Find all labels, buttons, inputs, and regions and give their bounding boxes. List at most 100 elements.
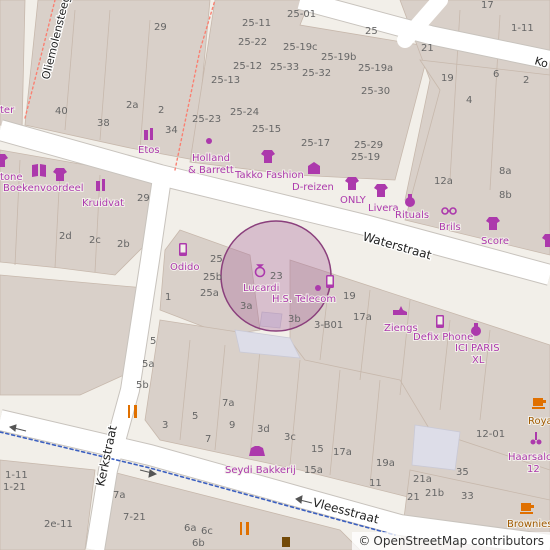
house-number: 33 bbox=[461, 491, 474, 502]
house-number: 25-11 bbox=[242, 18, 271, 29]
poi-label-lucardi[interactable]: Lucardi bbox=[242, 282, 280, 295]
house-number: 25-12 bbox=[233, 61, 262, 72]
house-number: 11 bbox=[369, 478, 382, 489]
poi-label-score[interactable]: Score bbox=[480, 235, 510, 248]
poi-label-roya[interactable]: Roya bbox=[527, 415, 550, 428]
house-number: 25a bbox=[200, 288, 219, 299]
house-number: 1 bbox=[165, 292, 171, 303]
house-number: 15 bbox=[311, 444, 324, 455]
attribution-link[interactable]: OpenStreetMap contributors bbox=[373, 534, 544, 548]
mobile-phone-icon[interactable] bbox=[179, 243, 187, 256]
house-number: 1-21 bbox=[3, 482, 26, 493]
house-number: 17a bbox=[333, 447, 352, 458]
map-canvas[interactable]: Waterstraat Kerkstraat Vleesstraat Oliem… bbox=[0, 0, 550, 550]
house-number: 7a bbox=[222, 398, 235, 409]
house-number: 29 bbox=[137, 193, 150, 204]
attribution: © OpenStreetMap contributors bbox=[352, 532, 550, 550]
house-number: 3-B01 bbox=[314, 320, 343, 331]
house-number: 7-21 bbox=[123, 512, 146, 523]
house-number: 3 bbox=[162, 420, 168, 431]
poi-label-holland[interactable]: Holland & Barrett bbox=[187, 152, 235, 177]
house-number: 2a bbox=[126, 100, 139, 111]
house-number: 6c bbox=[201, 526, 213, 537]
house-number: 25-29 bbox=[354, 140, 383, 151]
poi-label-brils[interactable]: Brils bbox=[438, 221, 462, 234]
house-number: 25-15 bbox=[252, 124, 281, 135]
mobile-phone-icon[interactable] bbox=[326, 275, 334, 288]
shop-dot-icon[interactable] bbox=[315, 285, 321, 291]
house-number: 25-22 bbox=[238, 37, 267, 48]
house-number: 17a bbox=[353, 312, 372, 323]
house-number: 12-01 bbox=[476, 429, 505, 440]
house-number: 2 bbox=[158, 105, 164, 116]
house-number: 1-11 bbox=[511, 23, 534, 34]
poi-label-boekenvoordeel[interactable]: Boekenvoordeel bbox=[2, 182, 85, 195]
house-number: 25b bbox=[203, 272, 222, 283]
house-number: 5b bbox=[136, 380, 149, 391]
house-number: 25 bbox=[365, 26, 378, 37]
house-number: 25-30 bbox=[361, 86, 390, 97]
poi-label-brownies[interactable]: Brownies bbox=[506, 518, 550, 531]
house-number: 25-24 bbox=[230, 107, 259, 118]
poi-label-odido[interactable]: Odido bbox=[169, 261, 200, 274]
house-number: 38 bbox=[97, 118, 110, 129]
house-number: 35 bbox=[456, 467, 469, 478]
house-number: 25-17 bbox=[301, 138, 330, 149]
poi-label-etos[interactable]: Etos bbox=[137, 144, 161, 157]
house-number: 5 bbox=[150, 336, 156, 347]
house-number: 19a bbox=[376, 458, 395, 469]
shop-dot-icon[interactable] bbox=[206, 138, 212, 144]
pedestrian-area bbox=[411, 424, 461, 471]
house-number: 3d bbox=[257, 424, 270, 435]
house-number: 29 bbox=[154, 22, 167, 33]
house-number: 25 bbox=[210, 254, 223, 265]
house-number: 2b bbox=[117, 239, 130, 250]
house-number: 9 bbox=[229, 420, 235, 431]
poi-label-seydi[interactable]: Seydi Bakkerij bbox=[224, 464, 297, 477]
house-number: 6a bbox=[184, 523, 197, 534]
house-number: 8b bbox=[499, 190, 512, 201]
house-number: 25-19a bbox=[358, 63, 393, 74]
house-number: 23 bbox=[270, 271, 283, 282]
house-number: 7a bbox=[113, 490, 126, 501]
house-number: 5a bbox=[142, 359, 155, 370]
poi-label-hs-telecom[interactable]: H.S. Telecom bbox=[271, 293, 337, 306]
house-number: 6 bbox=[493, 69, 499, 80]
house-number: 6b bbox=[192, 538, 205, 549]
house-number: 15a bbox=[304, 465, 323, 476]
mobile-phone-icon[interactable] bbox=[436, 315, 444, 328]
house-number: 40 bbox=[55, 106, 68, 117]
poi-label-kruidvat[interactable]: Kruidvat bbox=[81, 197, 125, 210]
poi-label-tone[interactable]: tone bbox=[0, 171, 24, 184]
house-number: 2c bbox=[89, 235, 101, 246]
poi-label-d-reizen[interactable]: D-reizen bbox=[291, 181, 335, 194]
house-number: 25-32 bbox=[302, 68, 331, 79]
house-number: 21b bbox=[425, 488, 444, 499]
house-number: 25-13 bbox=[211, 75, 240, 86]
house-number: 19 bbox=[441, 73, 454, 84]
house-number: 21 bbox=[407, 492, 420, 503]
house-number: 3b bbox=[288, 314, 301, 325]
house-number: 7 bbox=[205, 434, 211, 445]
house-number: 34 bbox=[165, 125, 178, 136]
house-number: 5 bbox=[192, 411, 198, 422]
poi-label-rituals[interactable]: Rituals bbox=[394, 209, 430, 222]
house-number: 25-33 bbox=[270, 62, 299, 73]
house-number: 25-23 bbox=[192, 114, 221, 125]
house-number: 12a bbox=[434, 176, 453, 187]
poi-label-ter[interactable]: ter bbox=[0, 104, 16, 117]
house-number: 25-19 bbox=[351, 152, 380, 163]
copyright-symbol: © bbox=[358, 534, 371, 548]
house-number: 25-19c bbox=[283, 42, 318, 53]
house-number: 21a bbox=[413, 474, 432, 485]
house-number: 2 bbox=[523, 75, 529, 86]
house-number: 3c bbox=[284, 432, 296, 443]
house-number: 21 bbox=[421, 43, 434, 54]
house-number: 1-11 bbox=[5, 470, 28, 481]
house-number: 3a bbox=[240, 301, 253, 312]
poi-label-only[interactable]: ONLY bbox=[339, 194, 368, 207]
poi-label-defix-phone[interactable]: Defix Phone bbox=[412, 331, 474, 344]
poi-label-takko[interactable]: Takko Fashion bbox=[233, 169, 305, 182]
house-number: 2e-11 bbox=[44, 519, 73, 530]
house-number: 17 bbox=[481, 0, 494, 11]
